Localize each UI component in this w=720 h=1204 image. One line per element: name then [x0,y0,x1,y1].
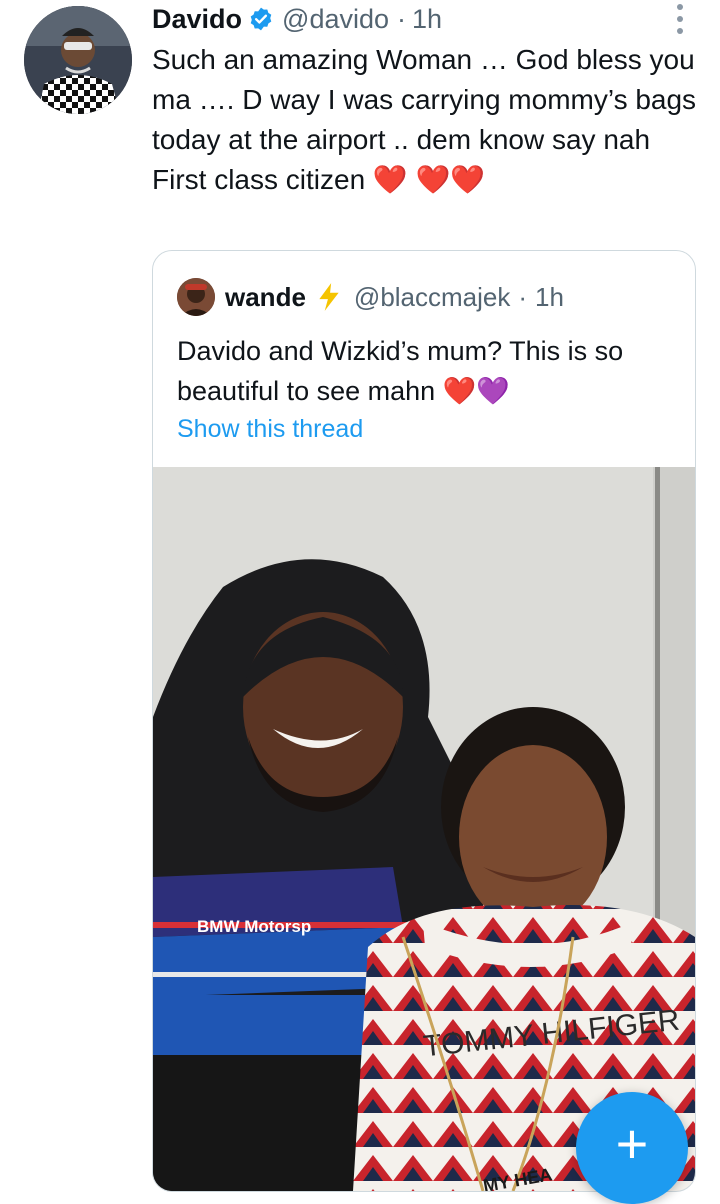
quoted-tweet-header: wande @blaccmajek · 1h [177,277,564,317]
tweet-time[interactable]: 1h [412,4,442,35]
lightning-bolt-icon [319,283,339,311]
quoted-tweet[interactable]: wande @blaccmajek · 1h Davido and Wizkid… [152,250,696,1192]
author-name[interactable]: Davido [152,4,242,35]
compose-tweet-button[interactable]: + [576,1092,688,1204]
tweet[interactable]: Davido @davido · 1h Such an amazing Woma… [0,0,720,1204]
author-handle[interactable]: @davido [282,4,389,35]
avatar-image [24,6,132,114]
more-vertical-icon[interactable] [668,4,692,34]
plus-icon: + [615,1112,649,1175]
verified-badge-icon [250,7,272,31]
quoted-tweet-text: Davido and Wizkid’s mum? This is so beau… [177,336,624,406]
quoted-time[interactable]: 1h [535,282,564,313]
quoted-author-handle[interactable]: @blaccmajek [354,282,510,313]
author-avatar[interactable] [24,6,132,114]
jacket-brand-text: BMW Motorsp [197,917,311,936]
header-separator: · [397,3,407,34]
quoted-photo[interactable]: BMW Motorsp TOMMY HILFIGER MY HEA [153,467,695,1191]
show-thread-link[interactable]: Show this thread [177,415,363,444]
quoted-author-avatar [177,278,215,316]
tweet-text: Such an amazing Woman … God bless you ma… [152,44,704,195]
photo-image: BMW Motorsp TOMMY HILFIGER MY HEA [153,467,695,1191]
quoted-avatar-image [177,278,215,316]
quoted-separator: · [518,281,528,312]
quoted-author-name[interactable]: wande [225,282,306,313]
tweet-header: Davido @davido · 1h [152,2,442,36]
